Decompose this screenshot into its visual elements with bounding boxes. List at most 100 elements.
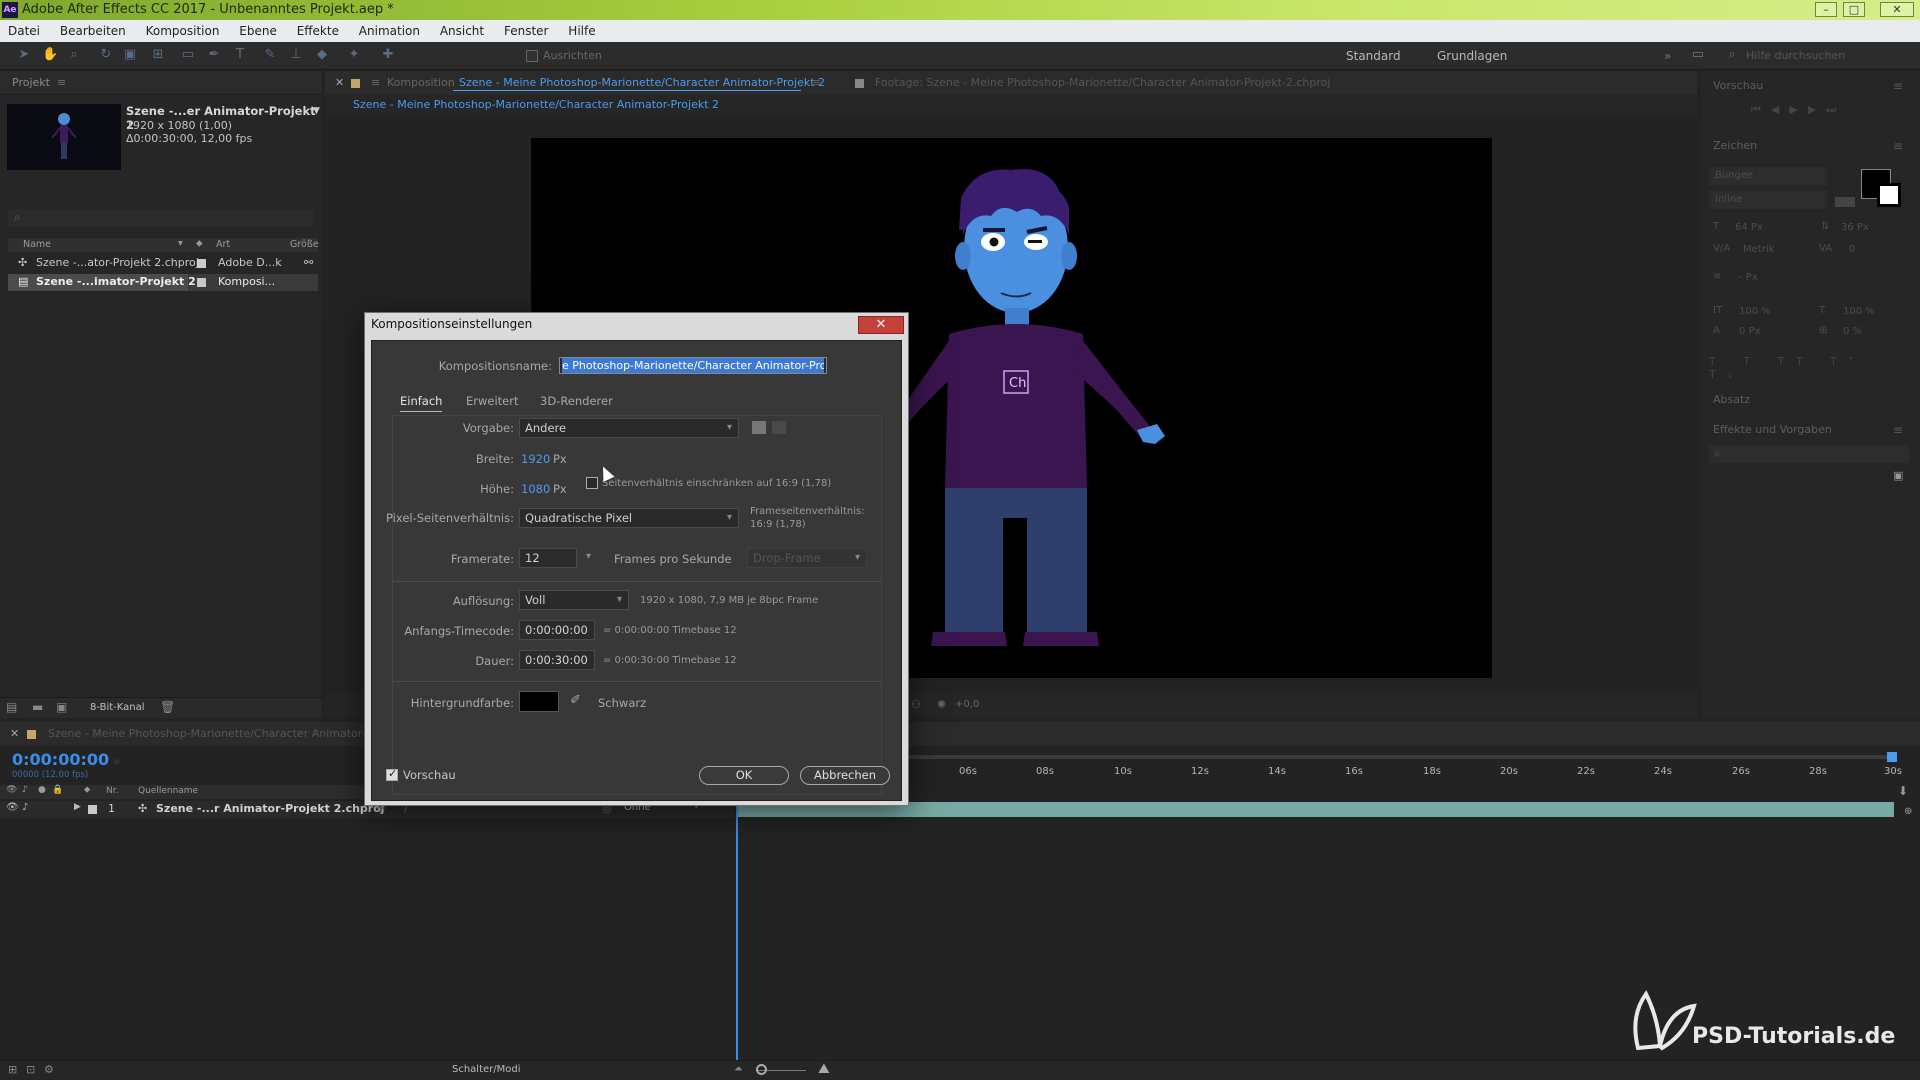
bit-depth-button[interactable]: 8-Bit-Kanal <box>90 702 145 713</box>
col-size[interactable]: Größe <box>290 239 319 250</box>
sort-chevron-icon[interactable]: ▾ <box>178 238 183 249</box>
audio-col-icon[interactable]: ♪ <box>22 785 28 795</box>
project-search-input[interactable]: ⌕ <box>8 209 314 227</box>
viewer-tab-label[interactable]: Komposition <box>387 71 455 95</box>
preview-checkbox[interactable]: ✓ <box>386 767 398 781</box>
new-preset-icon[interactable]: ▣ <box>1893 469 1903 482</box>
viewer-menu-icon[interactable]: ≡ <box>812 71 821 95</box>
exposure-icon[interactable]: ✺ <box>937 698 946 711</box>
playback-controls[interactable]: ⏮◀▶▶⏭ <box>1751 103 1846 117</box>
comp-button-icon[interactable]: ⊕ <box>1904 806 1912 817</box>
lock-icon[interactable]: ≡ <box>371 71 380 95</box>
layer-name[interactable]: Szene -...r Animator-Projekt 2.chproj <box>156 802 385 815</box>
preset-select[interactable]: Andere ▾ <box>519 418 739 438</box>
stroke-color-swatch[interactable] <box>1877 183 1901 207</box>
rotate-tool-icon[interactable]: ↻ <box>98 47 114 63</box>
work-area-bar[interactable] <box>737 752 1897 762</box>
text-tool-icon[interactable]: T <box>232 47 248 63</box>
width-value[interactable]: 1920 <box>521 452 550 466</box>
hand-tool-icon[interactable]: ✋ <box>42 47 58 63</box>
col-type[interactable]: Art <box>216 239 230 250</box>
timeline-tab[interactable]: Szene - Meine Photoshop-Marionette/Chara… <box>48 722 397 746</box>
breadcrumb[interactable]: Szene - Meine Photoshop-Marionette/Chara… <box>353 98 719 111</box>
col-number[interactable]: Nr. <box>106 786 118 796</box>
minimize-icon[interactable]: – <box>1815 2 1837 17</box>
menu-hilfe[interactable]: Hilfe <box>560 20 603 42</box>
vertical-scale-value[interactable]: 100 % <box>1739 306 1771 317</box>
menu-bearbeiten[interactable]: Bearbeiten <box>52 20 134 42</box>
menu-ebene[interactable]: Ebene <box>231 20 285 42</box>
paragraph-panel-title[interactable]: Absatz <box>1713 393 1750 406</box>
height-value[interactable]: 1080 <box>521 482 550 496</box>
layer-visibility-icon[interactable]: 👁 <box>6 802 19 813</box>
tab-erweitert[interactable]: Erweitert <box>466 394 519 408</box>
toggle-switches-modes[interactable]: Schalter/Modi <box>452 1064 521 1075</box>
kerning-value[interactable]: Metrik <box>1743 244 1774 255</box>
lock-col-icon[interactable]: 🔒 <box>52 785 63 795</box>
comp-dropdown-icon[interactable]: ▼ <box>313 106 320 116</box>
col-name[interactable]: Name <box>23 239 51 250</box>
playhead[interactable] <box>736 766 738 1080</box>
close-timeline-icon[interactable]: ✕ <box>10 722 19 746</box>
tsume-value[interactable]: 0 % <box>1843 326 1862 337</box>
text-style-buttons[interactable]: T T TT Tᵀ T₁ <box>1709 355 1909 381</box>
in-out-icon[interactable]: ⚙ <box>44 1063 54 1076</box>
preview-menu-icon[interactable]: ≡ <box>1893 79 1903 93</box>
tab-3d-renderer[interactable]: 3D-Renderer <box>540 394 613 408</box>
duration-input[interactable]: 0:00:30:00 <box>519 650 595 670</box>
project-item-selected[interactable]: ▤ Szene -...imator-Projekt 2 Komposi... <box>8 274 318 291</box>
pen-tool-icon[interactable]: ✒ <box>206 47 222 63</box>
puppet-tool-icon[interactable]: ✚ <box>380 47 396 63</box>
menu-effekte[interactable]: Effekte <box>289 20 347 42</box>
help-search-input[interactable]: Hilfe durchsuchen <box>1746 49 1845 62</box>
layer-duration-bar[interactable] <box>737 802 1894 817</box>
menu-datei[interactable]: Datei <box>0 20 48 42</box>
visibility-col-icon[interactable]: 👁 <box>6 785 17 795</box>
par-select[interactable]: Quadratische Pixel ▾ <box>519 508 739 528</box>
label-col-icon[interactable]: ⬥ <box>84 785 90 795</box>
zoom-tool-icon[interactable]: ⌕ <box>66 47 82 63</box>
pan-behind-tool-icon[interactable]: ⊞ <box>150 47 166 63</box>
layer-label-icon[interactable] <box>88 805 97 814</box>
trash-icon[interactable]: 🗑 <box>160 700 175 714</box>
workspace-more-icon[interactable]: » <box>1664 49 1671 63</box>
menu-komposition[interactable]: Komposition <box>138 20 228 42</box>
font-family-select[interactable]: Bungee <box>1709 167 1827 185</box>
exposure-value[interactable]: +0,0 <box>955 699 979 710</box>
tab-einfach[interactable]: Einfach <box>400 394 443 412</box>
comp-name-input[interactable]: e Photoshop-Marionette/Character Animato… <box>559 357 827 374</box>
layer-switches-icon[interactable]: ⊞ <box>8 1063 17 1076</box>
transfer-controls-icon[interactable]: ⊡ <box>26 1063 35 1076</box>
label-tag-icon[interactable]: ⬥ <box>196 238 203 249</box>
character-menu-icon[interactable]: ≡ <box>1893 139 1903 153</box>
timeline-search-icon[interactable]: ⌕ <box>114 754 121 769</box>
framerate-input[interactable]: 12 <box>519 548 577 568</box>
preview-panel-title[interactable]: Vorschau <box>1713 79 1763 92</box>
label-color-icon[interactable] <box>197 278 206 287</box>
menu-ansicht[interactable]: Ansicht <box>432 20 492 42</box>
align-checkbox[interactable] <box>526 50 538 62</box>
bg-color-swatch[interactable] <box>519 691 559 712</box>
comp-marker-icon[interactable]: ⬇ <box>1898 784 1908 798</box>
character-panel-title[interactable]: Zeichen <box>1713 139 1757 152</box>
drop-frame-select[interactable]: Drop-Frame ▾ <box>747 548 867 568</box>
effects-search-input[interactable]: ⌕ <box>1709 445 1909 463</box>
resolution-select[interactable]: Voll ▾ <box>519 590 629 610</box>
layer-expand-icon[interactable]: ▶ <box>74 802 81 812</box>
col-source-name[interactable]: Quellenname <box>138 786 198 796</box>
eyedropper-icon[interactable]: ✐ <box>570 693 581 708</box>
workspace-grundlagen[interactable]: Grundlagen <box>1437 49 1507 63</box>
rulers-icon[interactable]: ⚇ <box>911 698 921 711</box>
rectangle-tool-icon[interactable]: ▭ <box>180 47 196 63</box>
lock-aspect-checkbox[interactable] <box>586 477 598 489</box>
work-area-end-handle[interactable] <box>1887 752 1897 762</box>
maximize-icon[interactable]: □ <box>1843 2 1865 17</box>
brush-tool-icon[interactable]: ✎ <box>262 47 278 63</box>
font-style-select[interactable]: Inline <box>1709 191 1827 209</box>
start-timecode-input[interactable]: 0:00:00:00 <box>519 620 595 640</box>
swap-colors-icon[interactable] <box>1835 197 1855 207</box>
project-item[interactable]: ✣ Szene -...ator-Projekt 2.chproj Adobe … <box>8 255 318 272</box>
panel-toggle-icon[interactable]: ▭ <box>1690 47 1706 63</box>
new-comp-icon[interactable]: ▣ <box>56 700 67 714</box>
workspace-standard[interactable]: Standard <box>1346 49 1401 63</box>
